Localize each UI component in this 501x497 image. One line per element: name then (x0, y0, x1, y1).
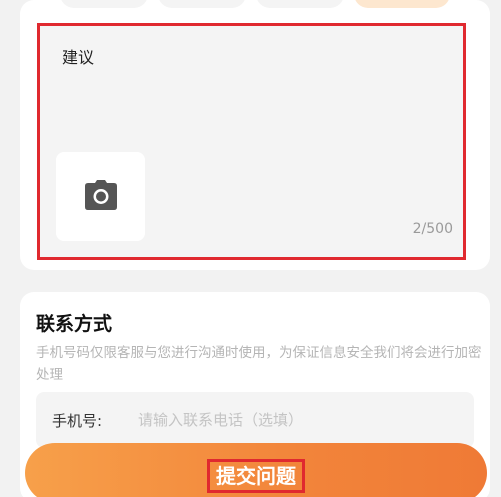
add-photo-button[interactable] (56, 152, 145, 241)
category-chip[interactable] (256, 0, 344, 8)
feedback-textarea[interactable]: 建议 2/500 (37, 23, 466, 260)
feedback-page: 建议 2/500 联系方式 手机号码仅限客服与您进行沟通时使用，为保证信息安全我… (0, 0, 501, 497)
contact-description: 手机号码仅限客服与您进行沟通时使用，为保证信息安全我们将会进行加密处理 (36, 345, 482, 383)
phone-input[interactable] (136, 404, 460, 436)
contact-title: 联系方式 (36, 313, 113, 335)
feedback-text[interactable]: 建议 (62, 44, 94, 68)
submit-button[interactable]: 提交问题 (25, 443, 487, 497)
category-chip[interactable] (158, 0, 246, 8)
phone-field[interactable]: 手机号: (36, 392, 474, 448)
category-chip-selected[interactable] (354, 0, 450, 8)
phone-label: 手机号: (52, 412, 103, 430)
submit-label: 提交问题 (207, 459, 305, 493)
camera-icon (84, 179, 118, 214)
character-counter: 2/500 (412, 221, 453, 237)
category-chip[interactable] (60, 0, 148, 8)
